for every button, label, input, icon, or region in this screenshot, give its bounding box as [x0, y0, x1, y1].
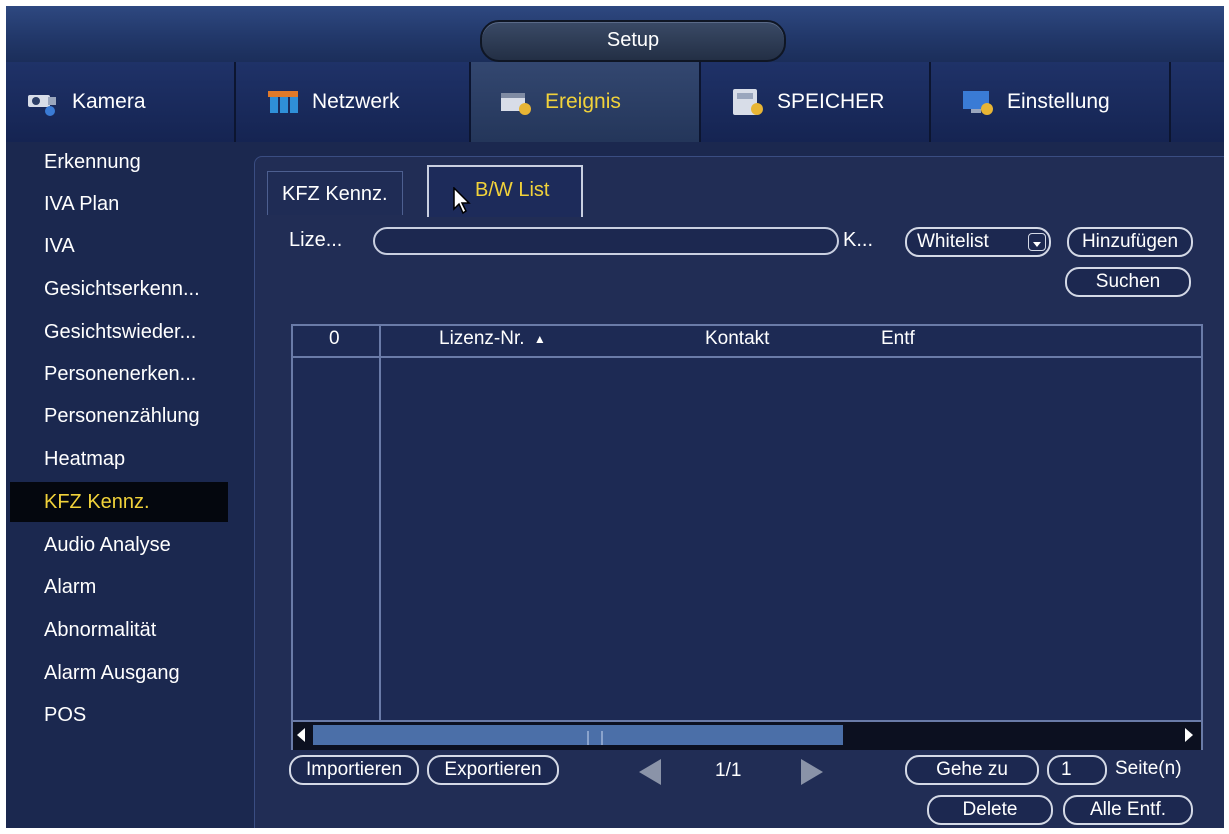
list-type-select[interactable]: Whitelist [905, 227, 1051, 257]
tab-separator [1169, 62, 1171, 142]
k-label: K... [843, 229, 874, 251]
storage-icon [733, 89, 763, 115]
sidebar-item-erkennung[interactable]: Erkennung [10, 142, 228, 182]
license-label: Lize... [289, 229, 343, 251]
list-type-value: Whitelist [917, 231, 989, 252]
tab-kamera[interactable]: Kamera [6, 62, 236, 142]
import-button[interactable]: Importieren [289, 755, 419, 785]
window-title: Setup [480, 20, 786, 62]
sidebar-item-heatmap[interactable]: Heatmap [10, 439, 228, 479]
delete-button[interactable]: Delete [927, 795, 1053, 825]
sidebar-item-personenzaehlung[interactable]: Personenzählung [10, 396, 228, 436]
previous-page-icon[interactable] [639, 759, 661, 785]
tab-label: Einstellung [1007, 90, 1110, 113]
sidebar-item-pos[interactable]: POS [10, 695, 228, 735]
sidebar-item-alarm-ausgang[interactable]: Alarm Ausgang [10, 653, 228, 693]
camera-icon [28, 95, 56, 116]
tab-label: SPEICHER [777, 90, 885, 113]
network-icon [268, 91, 298, 113]
sidebar-item-gesichtswiedererkennung[interactable]: Gesichtswieder... [10, 312, 228, 352]
sidebar: Erkennung IVA Plan IVA Gesichtserkenn...… [6, 142, 240, 828]
column-divider [379, 326, 381, 720]
sidebar-item-abnormalitaet[interactable]: Abnormalität [10, 610, 228, 650]
sidebar-item-iva-plan[interactable]: IVA Plan [10, 184, 228, 224]
tab-label: Netzwerk [312, 90, 400, 113]
export-button[interactable]: Exportieren [427, 755, 559, 785]
horizontal-scrollbar[interactable] [293, 720, 1201, 750]
tab-ereignis[interactable]: Ereignis [471, 62, 701, 142]
grip-icon [587, 731, 603, 745]
goto-button[interactable]: Gehe zu [905, 755, 1039, 785]
event-icon [501, 93, 531, 115]
column-contact: Kontakt [705, 328, 770, 349]
setup-window: Setup Kamera Netzwerk Ereignis SPEICHER … [6, 6, 1224, 828]
add-button[interactable]: Hinzufügen [1067, 227, 1193, 257]
tab-label: Kamera [72, 90, 146, 113]
top-tab-bar: Kamera Netzwerk Ereignis SPEICHER Einste… [6, 62, 1224, 142]
tab-label: Ereignis [545, 90, 621, 113]
page-indicator: 1/1 [715, 760, 742, 781]
mouse-cursor-icon [453, 187, 471, 215]
tab-netzwerk[interactable]: Netzwerk [236, 62, 471, 142]
search-button[interactable]: Suchen [1065, 267, 1191, 297]
tab-einstellung[interactable]: Einstellung [931, 62, 1171, 142]
subtab-kfz-kennz[interactable]: KFZ Kennz. [267, 171, 403, 215]
sidebar-item-kfz-kennz[interactable]: KFZ Kennz. [10, 482, 228, 522]
settings-icon [963, 91, 993, 115]
content-panel: KFZ Kennz. B/W List Lize... K... Whiteli… [254, 156, 1224, 828]
column-delete: Entf [881, 328, 915, 349]
sidebar-item-audio-analyse[interactable]: Audio Analyse [10, 525, 228, 565]
column-label: Lizenz-Nr. [439, 328, 525, 349]
table-header: 0 Lizenz-Nr. ▲ Kontakt Entf [293, 326, 1201, 358]
sidebar-item-personenerkennung[interactable]: Personenerken... [10, 354, 228, 394]
delete-all-button[interactable]: Alle Entf. [1063, 795, 1193, 825]
scroll-right-icon[interactable] [1185, 728, 1193, 742]
next-page-icon[interactable] [801, 759, 823, 785]
sidebar-item-alarm[interactable]: Alarm [10, 567, 228, 607]
sidebar-item-gesichtserkennung[interactable]: Gesichtserkenn... [10, 269, 228, 309]
page-number-input[interactable]: 1 [1047, 755, 1107, 785]
license-input[interactable] [373, 227, 839, 255]
tab-speicher[interactable]: SPEICHER [701, 62, 931, 142]
chevron-down-icon [1028, 233, 1046, 251]
title-bar: Setup [6, 6, 1224, 62]
sort-ascending-icon: ▲ [533, 331, 546, 346]
scrollbar-thumb[interactable] [313, 725, 843, 745]
subtab-label: B/W List [475, 179, 550, 201]
plate-list-table: 0 Lizenz-Nr. ▲ Kontakt Entf [291, 324, 1203, 750]
main-area: KFZ Kennz. B/W List Lize... K... Whiteli… [240, 142, 1224, 828]
column-license-no[interactable]: Lizenz-Nr. ▲ [439, 328, 546, 350]
sidebar-item-iva[interactable]: IVA [10, 226, 228, 266]
page-unit-label: Seite(n) [1115, 758, 1182, 779]
scroll-left-icon[interactable] [297, 728, 305, 742]
subtab-bw-list[interactable]: B/W List [427, 165, 583, 217]
count-header: 0 [329, 328, 340, 349]
